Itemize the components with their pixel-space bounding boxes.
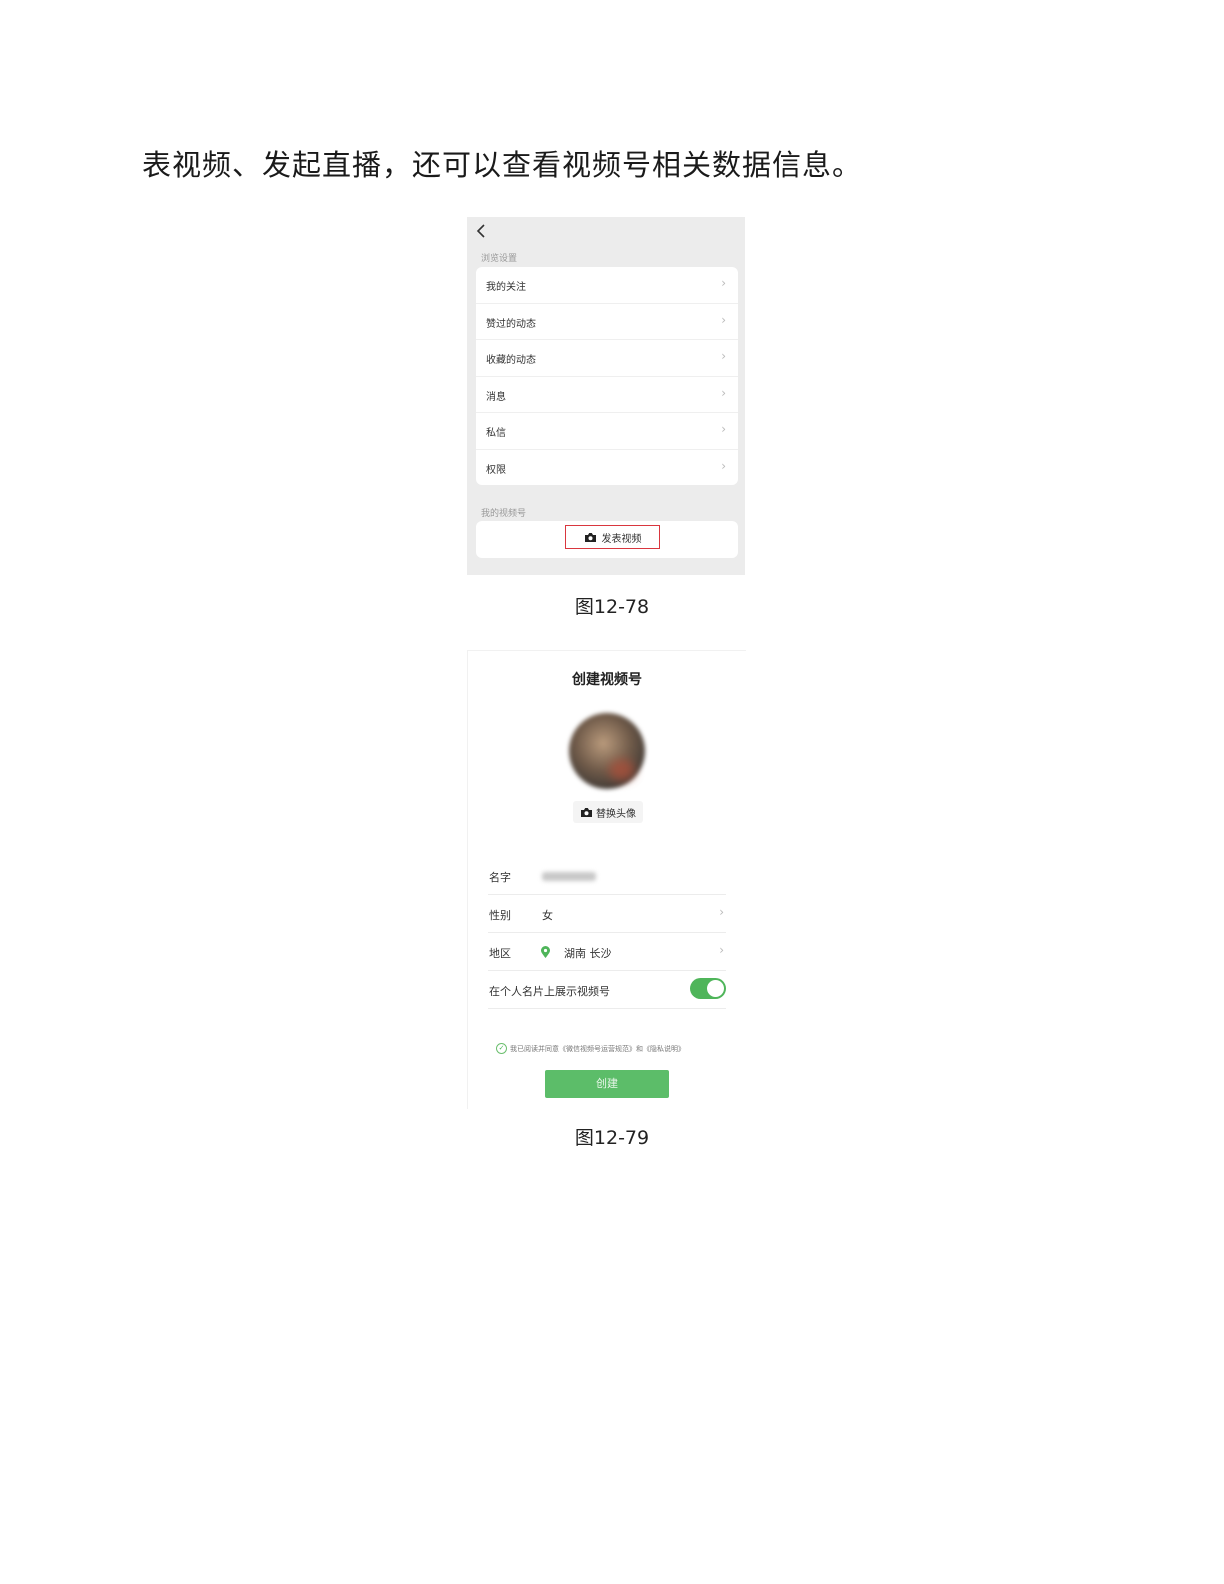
create-button[interactable]: 创建 [545, 1070, 669, 1098]
browse-settings-label: 浏览设置 [481, 254, 518, 264]
menu-item-label: 私信 [486, 428, 506, 439]
replace-avatar-label: 替换头像 [596, 808, 636, 820]
back-arrow-icon[interactable] [476, 223, 486, 242]
show-on-card-row: 在个人名片上展示视频号 [488, 970, 726, 1009]
agreement-row[interactable]: ✓ 我已阅读并同意《微信视频号运营规范》和《隐私说明》 [496, 1043, 685, 1054]
region-label: 地区 [489, 947, 511, 960]
menu-item-favorites[interactable]: 收藏的动态 › [476, 340, 738, 377]
chevron-right-icon: › [721, 385, 726, 400]
agreement-text: 我已阅读并同意《微信视频号运营规范》和《隐私说明》 [510, 1044, 685, 1053]
gender-label: 性别 [489, 909, 511, 922]
chevron-right-icon: › [719, 943, 724, 957]
menu-item-following[interactable]: 我的关注 › [476, 267, 738, 304]
camera-icon [580, 803, 593, 822]
menu-item-label: 权限 [486, 464, 506, 476]
region-value: 湖南 长沙 [564, 947, 612, 960]
figure-caption-1: 图12-78 [574, 596, 650, 618]
my-channel-label: 我的视频号 [481, 509, 527, 519]
chevron-right-icon: › [721, 422, 726, 436]
body-paragraph: 表视频、发起直播，还可以查看视频号相关数据信息。 [142, 148, 863, 182]
name-label: 名字 [489, 871, 511, 884]
replace-avatar-button[interactable]: 替换头像 [573, 801, 643, 823]
publish-card: 发表视频 [476, 521, 738, 558]
menu-item-label: 收藏的动态 [486, 355, 536, 366]
menu-item-liked[interactable]: 赞过的动态 › [476, 304, 738, 340]
menu-item-private-messages[interactable]: 私信 › [476, 413, 738, 450]
publish-video-button[interactable]: 发表视频 [565, 525, 660, 549]
menu-item-label: 赞过的动态 [486, 318, 536, 330]
gender-row[interactable]: 性别 女 › [488, 894, 726, 933]
settings-menu-card: 我的关注 › 赞过的动态 › 收藏的动态 › 消息 › 私信 › 权限 › [476, 267, 738, 485]
menu-item-label: 我的关注 [486, 282, 526, 293]
check-icon[interactable]: ✓ [496, 1043, 507, 1054]
location-pin-icon [540, 944, 551, 963]
figure-create-channel-screenshot: 创建视频号 替换头像 名字 性别 女 › 地区 湖南 长沙 › 在个人名片上展示… [467, 650, 746, 1109]
show-on-card-label: 在个人名片上展示视频号 [489, 985, 610, 998]
menu-item-permissions[interactable]: 权限 › [476, 450, 738, 486]
menu-item-messages[interactable]: 消息 › [476, 377, 738, 413]
figure-settings-screenshot: 浏览设置 我的关注 › 赞过的动态 › 收藏的动态 › 消息 › 私信 › 权限… [467, 217, 745, 575]
toggle-knob [707, 980, 724, 997]
chevron-right-icon: › [721, 276, 726, 290]
name-row[interactable]: 名字 [488, 856, 726, 895]
publish-video-label: 发表视频 [601, 533, 642, 545]
chevron-right-icon: › [719, 905, 724, 919]
chevron-right-icon: › [721, 349, 726, 363]
avatar[interactable] [569, 713, 645, 789]
chevron-right-icon: › [721, 458, 726, 473]
menu-item-label: 消息 [486, 391, 506, 403]
gender-value: 女 [542, 909, 553, 922]
show-on-card-toggle[interactable] [690, 978, 726, 999]
region-row[interactable]: 地区 湖南 长沙 › [488, 932, 726, 971]
camera-icon [584, 528, 597, 547]
name-value-blurred [542, 872, 596, 881]
page-title: 创建视频号 [572, 672, 642, 688]
figure-caption-2: 图12-79 [574, 1127, 650, 1149]
avatar-detail [609, 759, 635, 781]
chevron-right-icon: › [721, 312, 726, 327]
